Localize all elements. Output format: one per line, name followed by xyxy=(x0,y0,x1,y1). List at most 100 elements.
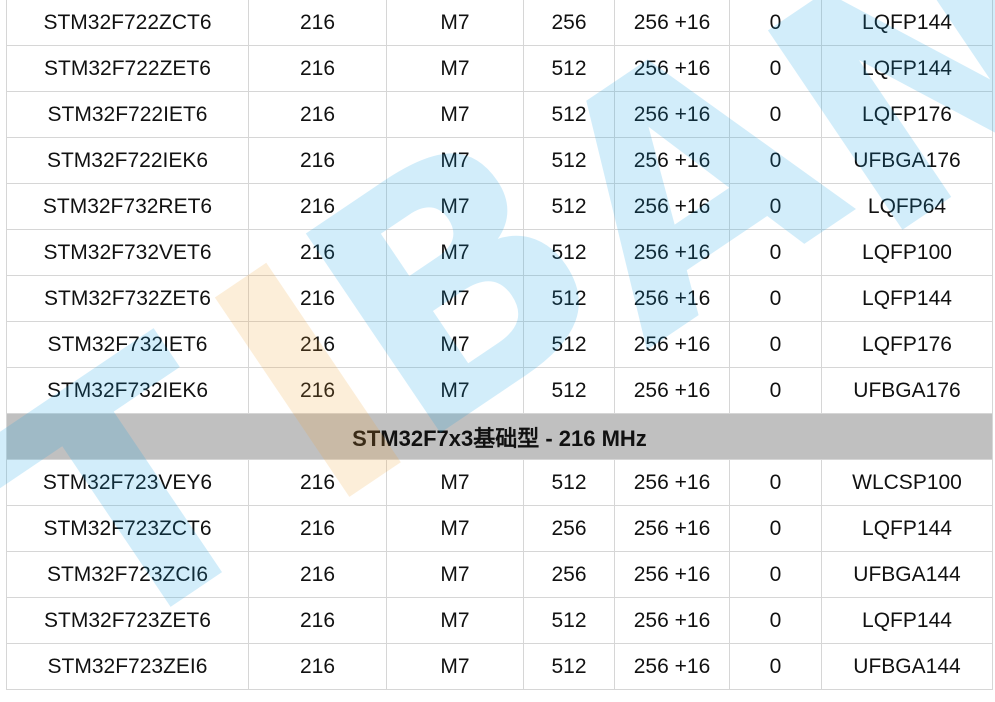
package-cell: UFBGA144 xyxy=(821,643,993,690)
section-title: STM32F7x3基础型 - 216 MHz xyxy=(6,413,993,460)
core-cell: M7 xyxy=(386,459,524,506)
part-number-cell: STM32F723ZCT6 xyxy=(6,505,249,552)
package-cell: LQFP144 xyxy=(821,505,993,552)
core-cell: M7 xyxy=(386,183,524,230)
part-number-cell: STM32F732ZET6 xyxy=(6,275,249,322)
ram-cell: 256 +16 xyxy=(614,45,730,92)
part-number-cell: STM32F723VEY6 xyxy=(6,459,249,506)
frequency-cell: 216 xyxy=(248,551,387,598)
ram-cell: 256 +16 xyxy=(614,0,730,46)
count-cell: 0 xyxy=(729,597,822,644)
frequency-cell: 216 xyxy=(248,229,387,276)
package-cell: WLCSP100 xyxy=(821,459,993,506)
ram-cell: 256 +16 xyxy=(614,367,730,414)
count-cell: 0 xyxy=(729,367,822,414)
core-cell: M7 xyxy=(386,229,524,276)
package-cell: LQFP176 xyxy=(821,321,993,368)
count-cell: 0 xyxy=(729,551,822,598)
count-cell: 0 xyxy=(729,183,822,230)
document-page: STM32F722ZCT6 216 M7 256 256 +16 0 LQFP144 STM3… xyxy=(0,0,995,702)
frequency-cell: 216 xyxy=(248,45,387,92)
flash-cell: 512 xyxy=(523,367,615,414)
flash-cell: 512 xyxy=(523,321,615,368)
count-cell: 0 xyxy=(729,505,822,552)
flash-cell: 512 xyxy=(523,229,615,276)
ram-cell: 256 +16 xyxy=(614,505,730,552)
table-row: STM32F723VEY6 216 M7 512 256 +16 0 WLCSP100 xyxy=(6,459,993,506)
core-cell: M7 xyxy=(386,0,524,46)
table-row: STM32F723ZEI6 216 M7 512 256 +16 0 UFBGA144 xyxy=(6,643,993,690)
flash-cell: 512 xyxy=(523,91,615,138)
part-number-cell: STM32F732IEK6 xyxy=(6,367,249,414)
ram-cell: 256 +16 xyxy=(614,183,730,230)
section-header-row: STM32F7x3基础型 - 216 MHz xyxy=(6,413,993,460)
table-row: STM32F722ZCT6 216 M7 256 256 +16 0 LQFP144 xyxy=(6,0,993,46)
part-number-cell: STM32F723ZET6 xyxy=(6,597,249,644)
ram-cell: 256 +16 xyxy=(614,137,730,184)
ram-cell: 256 +16 xyxy=(614,551,730,598)
part-number-cell: STM32F723ZEI6 xyxy=(6,643,249,690)
part-number-cell: STM32F722ZCT6 xyxy=(6,0,249,46)
flash-cell: 256 xyxy=(523,505,615,552)
core-cell: M7 xyxy=(386,505,524,552)
table-row: STM32F723ZCT6 216 M7 256 256 +16 0 LQFP144 xyxy=(6,505,993,552)
frequency-cell: 216 xyxy=(248,275,387,322)
core-cell: M7 xyxy=(386,45,524,92)
frequency-cell: 216 xyxy=(248,459,387,506)
package-cell: LQFP176 xyxy=(821,91,993,138)
flash-cell: 256 xyxy=(523,551,615,598)
count-cell: 0 xyxy=(729,229,822,276)
part-number-cell: STM32F732IET6 xyxy=(6,321,249,368)
part-number-cell: STM32F722ZET6 xyxy=(6,45,249,92)
ram-cell: 256 +16 xyxy=(614,91,730,138)
table-row: STM32F732IET6 216 M7 512 256 +16 0 LQFP176 xyxy=(6,321,993,368)
table-row: STM32F722IET6 216 M7 512 256 +16 0 LQFP176 xyxy=(6,91,993,138)
table-row: STM32F723ZCI6 216 M7 256 256 +16 0 UFBGA144 xyxy=(6,551,993,598)
flash-cell: 512 xyxy=(523,45,615,92)
ram-cell: 256 +16 xyxy=(614,275,730,322)
package-cell: LQFP144 xyxy=(821,275,993,322)
table-row: STM32F722ZET6 216 M7 512 256 +16 0 LQFP144 xyxy=(6,45,993,92)
flash-cell: 512 xyxy=(523,275,615,322)
table-row: STM32F723ZET6 216 M7 512 256 +16 0 LQFP144 xyxy=(6,597,993,644)
ram-cell: 256 +16 xyxy=(614,321,730,368)
package-cell: LQFP100 xyxy=(821,229,993,276)
part-number-cell: STM32F722IEK6 xyxy=(6,137,249,184)
core-cell: M7 xyxy=(386,321,524,368)
count-cell: 0 xyxy=(729,45,822,92)
frequency-cell: 216 xyxy=(248,367,387,414)
package-cell: LQFP144 xyxy=(821,0,993,46)
ram-cell: 256 +16 xyxy=(614,459,730,506)
package-cell: LQFP144 xyxy=(821,45,993,92)
table-row: STM32F722IEK6 216 M7 512 256 +16 0 UFBGA176 xyxy=(6,137,993,184)
flash-cell: 512 xyxy=(523,459,615,506)
table-row: STM32F732RET6 216 M7 512 256 +16 0 LQFP64 xyxy=(6,183,993,230)
frequency-cell: 216 xyxy=(248,91,387,138)
core-cell: M7 xyxy=(386,367,524,414)
part-number-cell: STM32F732VET6 xyxy=(6,229,249,276)
frequency-cell: 216 xyxy=(248,0,387,46)
frequency-cell: 216 xyxy=(248,643,387,690)
part-number-cell: STM32F723ZCI6 xyxy=(6,551,249,598)
core-cell: M7 xyxy=(386,597,524,644)
ram-cell: 256 +16 xyxy=(614,229,730,276)
core-cell: M7 xyxy=(386,137,524,184)
table-row: STM32F732ZET6 216 M7 512 256 +16 0 LQFP144 xyxy=(6,275,993,322)
core-cell: M7 xyxy=(386,275,524,322)
frequency-cell: 216 xyxy=(248,183,387,230)
core-cell: M7 xyxy=(386,91,524,138)
count-cell: 0 xyxy=(729,321,822,368)
table-body: STM32F722ZCT6 216 M7 256 256 +16 0 LQFP144 STM3… xyxy=(6,0,993,690)
frequency-cell: 216 xyxy=(248,597,387,644)
core-cell: M7 xyxy=(386,551,524,598)
count-cell: 0 xyxy=(729,643,822,690)
part-number-cell: STM32F732RET6 xyxy=(6,183,249,230)
count-cell: 0 xyxy=(729,137,822,184)
count-cell: 0 xyxy=(729,91,822,138)
frequency-cell: 216 xyxy=(248,137,387,184)
table-row: STM32F732VET6 216 M7 512 256 +16 0 LQFP100 xyxy=(6,229,993,276)
package-cell: LQFP144 xyxy=(821,597,993,644)
flash-cell: 512 xyxy=(523,597,615,644)
package-cell: UFBGA144 xyxy=(821,551,993,598)
frequency-cell: 216 xyxy=(248,321,387,368)
